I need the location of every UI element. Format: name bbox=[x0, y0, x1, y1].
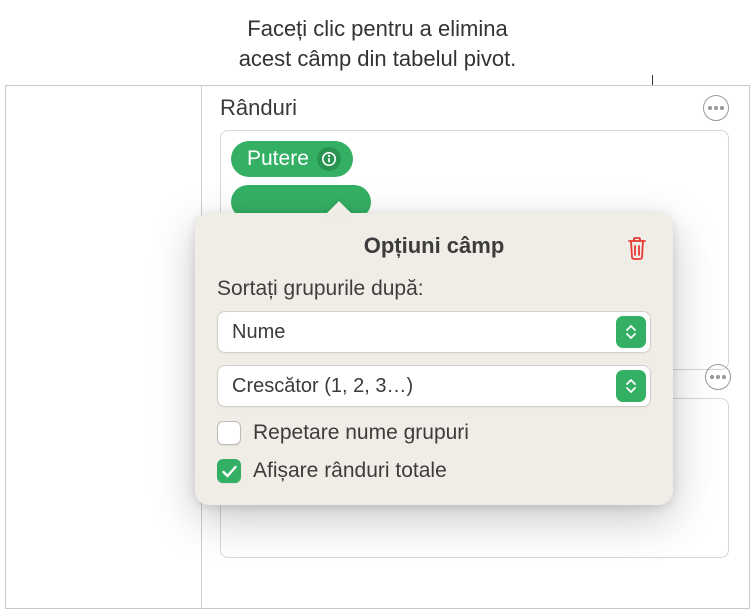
delete-field-button[interactable] bbox=[621, 231, 653, 270]
more-icon bbox=[708, 106, 724, 110]
callout-annotation: Faceți clic pentru a elimina acest câmp … bbox=[0, 14, 755, 73]
more-icon bbox=[710, 375, 726, 379]
repeat-group-names-checkbox[interactable] bbox=[217, 421, 241, 445]
popover-header: Opțiuni câmp bbox=[217, 233, 651, 259]
show-total-rows-label: Afișare rânduri totale bbox=[253, 459, 447, 483]
sort-order-select[interactable]: Crescător (1, 2, 3…) bbox=[217, 365, 651, 407]
dropdown-stepper-icon bbox=[616, 370, 646, 402]
callout-line-1: Faceți clic pentru a elimina bbox=[0, 14, 755, 44]
field-chip-label: Putere bbox=[247, 147, 309, 171]
trash-icon bbox=[625, 235, 649, 261]
checkmark-icon bbox=[222, 465, 237, 478]
sort-groups-label: Sortați grupurile după: bbox=[217, 277, 651, 301]
section-more-button[interactable] bbox=[705, 364, 731, 390]
dropdown-stepper-icon bbox=[616, 316, 646, 348]
rows-more-button[interactable] bbox=[703, 95, 729, 121]
repeat-group-names-label: Repetare nume grupuri bbox=[253, 421, 469, 445]
repeat-group-names-row: Repetare nume grupuri bbox=[217, 421, 651, 445]
sort-by-value: Nume bbox=[217, 311, 651, 353]
show-total-rows-checkbox[interactable] bbox=[217, 459, 241, 483]
popover-title: Opțiuni câmp bbox=[364, 233, 505, 259]
field-chip-putere[interactable]: Putere bbox=[231, 141, 353, 177]
info-icon[interactable] bbox=[317, 147, 341, 171]
sort-order-value: Crescător (1, 2, 3…) bbox=[217, 365, 651, 407]
callout-line-2: acest câmp din tabelul pivot. bbox=[0, 44, 755, 74]
rows-section-header: Rânduri bbox=[220, 90, 729, 126]
sort-by-select[interactable]: Nume bbox=[217, 311, 651, 353]
popover-arrow bbox=[325, 201, 353, 215]
rows-section-title: Rânduri bbox=[220, 95, 297, 121]
show-total-rows-row: Afișare rânduri totale bbox=[217, 459, 651, 483]
field-options-popover: Opțiuni câmp Sortați grupurile după: Num… bbox=[195, 213, 673, 505]
